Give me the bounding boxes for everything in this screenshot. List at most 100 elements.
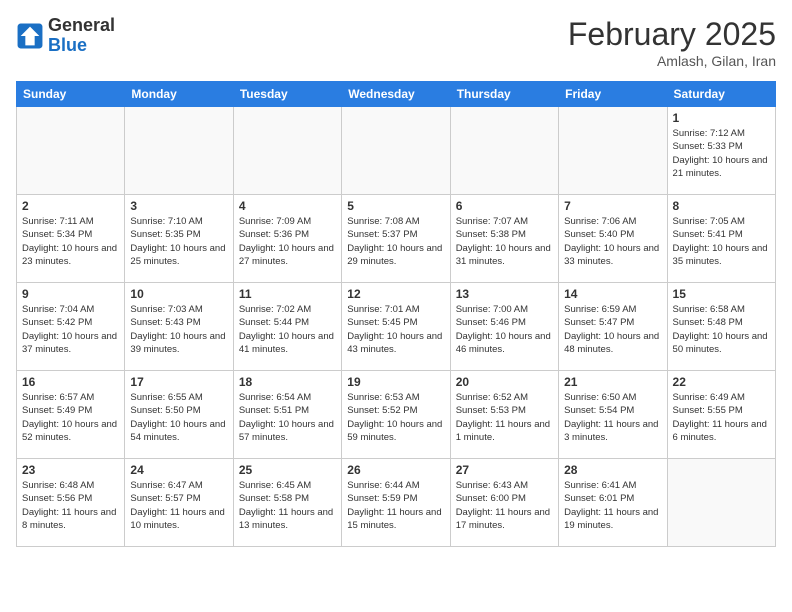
day-info: Sunrise: 6:49 AM Sunset: 5:55 PM Dayligh… — [673, 391, 770, 444]
day-info: Sunrise: 6:54 AM Sunset: 5:51 PM Dayligh… — [239, 391, 336, 444]
day-info: Sunrise: 6:53 AM Sunset: 5:52 PM Dayligh… — [347, 391, 444, 444]
calendar-cell: 22 Sunrise: 6:49 AM Sunset: 5:55 PM Dayli… — [667, 371, 775, 459]
day-number: 5 — [347, 199, 444, 213]
day-number: 27 — [456, 463, 553, 477]
weekday-header-saturday: Saturday — [667, 82, 775, 107]
day-info: Sunrise: 6:55 AM Sunset: 5:50 PM Dayligh… — [130, 391, 227, 444]
calendar-cell — [125, 107, 233, 195]
month-title: February 2025 — [568, 16, 776, 53]
calendar-cell: 11 Sunrise: 7:02 AM Sunset: 5:44 PM Dayli… — [233, 283, 341, 371]
logo: General Blue — [16, 16, 115, 56]
day-number: 20 — [456, 375, 553, 389]
logo-line2: Blue — [48, 36, 115, 56]
day-number: 23 — [22, 463, 119, 477]
day-number: 26 — [347, 463, 444, 477]
calendar-cell: 23 Sunrise: 6:48 AM Sunset: 5:56 PM Dayli… — [17, 459, 125, 547]
day-number: 2 — [22, 199, 119, 213]
calendar-cell: 13 Sunrise: 7:00 AM Sunset: 5:46 PM Dayli… — [450, 283, 558, 371]
week-row-4: 16 Sunrise: 6:57 AM Sunset: 5:49 PM Dayli… — [17, 371, 776, 459]
calendar-cell — [667, 459, 775, 547]
day-number: 17 — [130, 375, 227, 389]
day-info: Sunrise: 7:12 AM Sunset: 5:33 PM Dayligh… — [673, 127, 770, 180]
calendar-cell: 6Sunrise: 7:07 AM Sunset: 5:38 PM Daylig… — [450, 195, 558, 283]
day-info: Sunrise: 7:07 AM Sunset: 5:38 PM Dayligh… — [456, 215, 553, 268]
day-info: Sunrise: 6:59 AM Sunset: 5:47 PM Dayligh… — [564, 303, 661, 356]
weekday-header-monday: Monday — [125, 82, 233, 107]
weekday-header-sunday: Sunday — [17, 82, 125, 107]
day-info: Sunrise: 6:57 AM Sunset: 5:49 PM Dayligh… — [22, 391, 119, 444]
day-info: Sunrise: 6:58 AM Sunset: 5:48 PM Dayligh… — [673, 303, 770, 356]
calendar-cell: 20 Sunrise: 6:52 AM Sunset: 5:53 PM Dayli… — [450, 371, 558, 459]
calendar-cell: 15 Sunrise: 6:58 AM Sunset: 5:48 PM Dayli… — [667, 283, 775, 371]
day-number: 10 — [130, 287, 227, 301]
calendar-cell: 27Sunrise: 6:43 AM Sunset: 6:00 PM Dayli… — [450, 459, 558, 547]
calendar-cell: 25 Sunrise: 6:45 AM Sunset: 5:58 PM Dayli… — [233, 459, 341, 547]
weekday-header-wednesday: Wednesday — [342, 82, 450, 107]
page-header: General Blue February 2025 Amlash, Gilan… — [16, 16, 776, 69]
weekday-header-row: SundayMondayTuesdayWednesdayThursdayFrid… — [17, 82, 776, 107]
calendar-cell: 3 Sunrise: 7:10 AM Sunset: 5:35 PM Daylig… — [125, 195, 233, 283]
day-info: Sunrise: 7:02 AM Sunset: 5:44 PM Dayligh… — [239, 303, 336, 356]
weekday-header-friday: Friday — [559, 82, 667, 107]
day-info: Sunrise: 6:50 AM Sunset: 5:54 PM Dayligh… — [564, 391, 661, 444]
day-number: 4 — [239, 199, 336, 213]
day-number: 13 — [456, 287, 553, 301]
day-info: Sunrise: 7:01 AM Sunset: 5:45 PM Dayligh… — [347, 303, 444, 356]
calendar-cell: 21 Sunrise: 6:50 AM Sunset: 5:54 PM Dayli… — [559, 371, 667, 459]
day-info: Sunrise: 6:45 AM Sunset: 5:58 PM Dayligh… — [239, 479, 336, 532]
day-number: 22 — [673, 375, 770, 389]
day-number: 18 — [239, 375, 336, 389]
day-number: 25 — [239, 463, 336, 477]
day-number: 12 — [347, 287, 444, 301]
day-number: 28 — [564, 463, 661, 477]
day-info: Sunrise: 7:05 AM Sunset: 5:41 PM Dayligh… — [673, 215, 770, 268]
calendar-table: SundayMondayTuesdayWednesdayThursdayFrid… — [16, 81, 776, 547]
calendar-cell: 16 Sunrise: 6:57 AM Sunset: 5:49 PM Dayli… — [17, 371, 125, 459]
title-block: February 2025 Amlash, Gilan, Iran — [568, 16, 776, 69]
calendar-cell: 7Sunrise: 7:06 AM Sunset: 5:40 PM Daylig… — [559, 195, 667, 283]
calendar-cell: 12 Sunrise: 7:01 AM Sunset: 5:45 PM Dayli… — [342, 283, 450, 371]
week-row-1: 1 Sunrise: 7:12 AM Sunset: 5:33 PM Daylig… — [17, 107, 776, 195]
calendar-cell: 8 Sunrise: 7:05 AM Sunset: 5:41 PM Daylig… — [667, 195, 775, 283]
day-info: Sunrise: 6:52 AM Sunset: 5:53 PM Dayligh… — [456, 391, 553, 444]
day-info: Sunrise: 7:11 AM Sunset: 5:34 PM Dayligh… — [22, 215, 119, 268]
logo-line1: General — [48, 16, 115, 36]
day-number: 11 — [239, 287, 336, 301]
week-row-3: 9 Sunrise: 7:04 AM Sunset: 5:42 PM Daylig… — [17, 283, 776, 371]
calendar-cell — [17, 107, 125, 195]
logo-icon — [16, 22, 44, 50]
day-number: 1 — [673, 111, 770, 125]
calendar-cell: 28 Sunrise: 6:41 AM Sunset: 6:01 PM Dayli… — [559, 459, 667, 547]
calendar-cell — [450, 107, 558, 195]
calendar-cell: 17 Sunrise: 6:55 AM Sunset: 5:50 PM Dayli… — [125, 371, 233, 459]
calendar-cell: 14 Sunrise: 6:59 AM Sunset: 5:47 PM Dayli… — [559, 283, 667, 371]
day-number: 7 — [564, 199, 661, 213]
location-subtitle: Amlash, Gilan, Iran — [568, 53, 776, 69]
day-number: 24 — [130, 463, 227, 477]
day-number: 8 — [673, 199, 770, 213]
calendar-cell: 5Sunrise: 7:08 AM Sunset: 5:37 PM Daylig… — [342, 195, 450, 283]
calendar-cell: 4 Sunrise: 7:09 AM Sunset: 5:36 PM Daylig… — [233, 195, 341, 283]
day-number: 19 — [347, 375, 444, 389]
day-number: 14 — [564, 287, 661, 301]
calendar-cell: 9 Sunrise: 7:04 AM Sunset: 5:42 PM Daylig… — [17, 283, 125, 371]
weekday-header-tuesday: Tuesday — [233, 82, 341, 107]
calendar-cell: 10 Sunrise: 7:03 AM Sunset: 5:43 PM Dayli… — [125, 283, 233, 371]
day-info: Sunrise: 7:04 AM Sunset: 5:42 PM Dayligh… — [22, 303, 119, 356]
day-number: 15 — [673, 287, 770, 301]
day-info: Sunrise: 7:10 AM Sunset: 5:35 PM Dayligh… — [130, 215, 227, 268]
day-number: 9 — [22, 287, 119, 301]
day-info: Sunrise: 6:47 AM Sunset: 5:57 PM Dayligh… — [130, 479, 227, 532]
day-info: Sunrise: 6:48 AM Sunset: 5:56 PM Dayligh… — [22, 479, 119, 532]
day-number: 3 — [130, 199, 227, 213]
week-row-5: 23 Sunrise: 6:48 AM Sunset: 5:56 PM Dayli… — [17, 459, 776, 547]
calendar-cell — [233, 107, 341, 195]
day-number: 21 — [564, 375, 661, 389]
day-number: 16 — [22, 375, 119, 389]
day-info: Sunrise: 7:09 AM Sunset: 5:36 PM Dayligh… — [239, 215, 336, 268]
day-info: Sunrise: 7:00 AM Sunset: 5:46 PM Dayligh… — [456, 303, 553, 356]
weekday-header-thursday: Thursday — [450, 82, 558, 107]
day-info: Sunrise: 7:03 AM Sunset: 5:43 PM Dayligh… — [130, 303, 227, 356]
day-info: Sunrise: 6:41 AM Sunset: 6:01 PM Dayligh… — [564, 479, 661, 532]
calendar-cell: 24 Sunrise: 6:47 AM Sunset: 5:57 PM Dayli… — [125, 459, 233, 547]
